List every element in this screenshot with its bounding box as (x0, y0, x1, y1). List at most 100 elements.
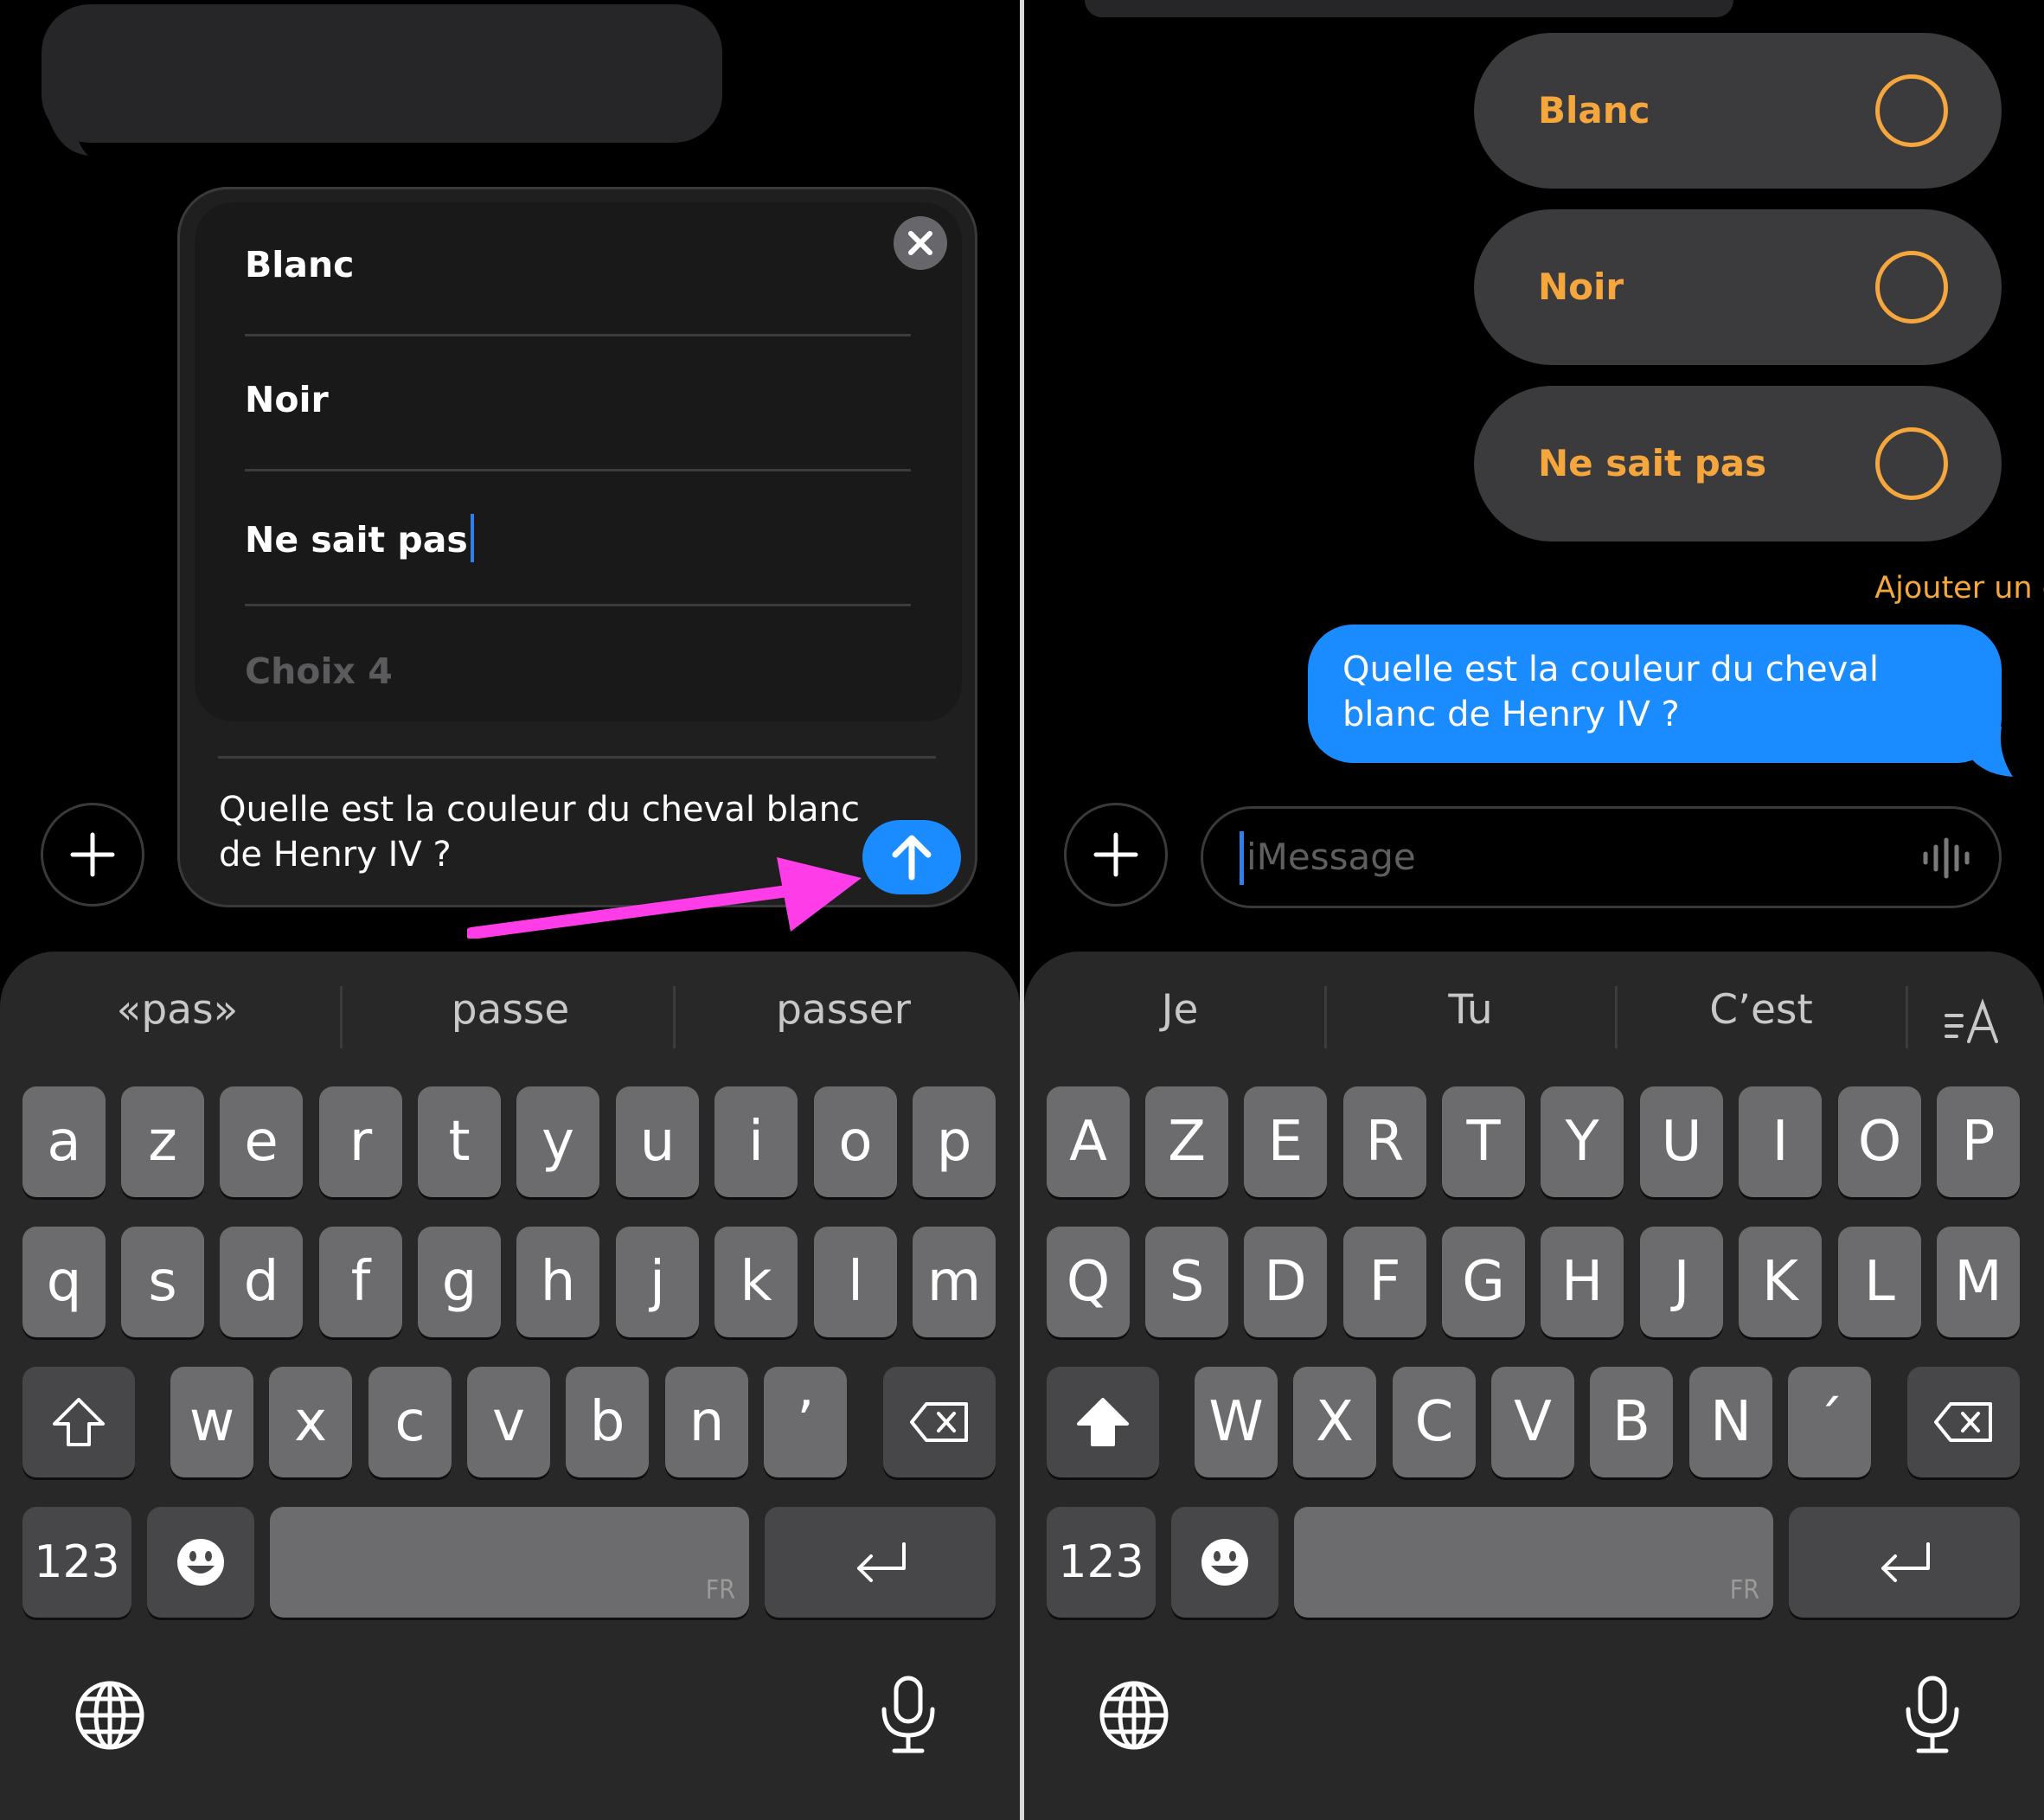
key[interactable]: b (566, 1367, 649, 1477)
key[interactable]: X (1293, 1367, 1376, 1477)
suggestion-separator (1906, 986, 1908, 1048)
key[interactable]: k (714, 1227, 798, 1337)
key[interactable]: i (714, 1086, 798, 1197)
key[interactable]: K (1739, 1227, 1822, 1337)
key[interactable]: n (665, 1367, 748, 1477)
key[interactable]: I (1739, 1086, 1822, 1197)
key[interactable]: w (170, 1367, 253, 1477)
add-choice-link[interactable]: Ajouter un choix (1725, 571, 2044, 606)
numbers-key[interactable]: 123 (22, 1507, 131, 1618)
suggestion-1[interactable]: «pas» (61, 986, 294, 1034)
message-input[interactable]: iMessage (1201, 806, 2002, 908)
globe-icon[interactable] (74, 1680, 145, 1751)
key[interactable]: y (516, 1086, 599, 1197)
suggestion-1[interactable]: Je (1076, 986, 1284, 1034)
suggestion-separator (340, 986, 343, 1048)
space-key[interactable]: FR (270, 1507, 749, 1618)
key[interactable]: T (1442, 1086, 1525, 1197)
microphone-icon[interactable] (879, 1675, 938, 1754)
arrow-up-icon (892, 835, 932, 881)
send-button[interactable] (862, 820, 961, 894)
key[interactable]: t (418, 1086, 501, 1197)
key[interactable]: L (1838, 1227, 1921, 1337)
sent-message-bubble: Quelle est la couleur du cheval blanc de… (1308, 625, 2002, 763)
key[interactable]: j (616, 1227, 699, 1337)
key[interactable]: x (269, 1367, 352, 1477)
globe-icon[interactable] (1099, 1680, 1169, 1751)
poll-choice-3-text: Ne sait pas (245, 519, 468, 561)
close-poll-button[interactable] (894, 216, 947, 270)
key[interactable]: V (1491, 1367, 1574, 1477)
key[interactable]: M (1937, 1227, 2020, 1337)
key[interactable]: o (814, 1086, 897, 1197)
attachments-button[interactable] (41, 803, 144, 907)
key[interactable]: Z (1145, 1086, 1228, 1197)
key[interactable]: e (220, 1086, 303, 1197)
poll-choice-2[interactable]: Noir (245, 379, 329, 420)
key[interactable]: v (467, 1367, 550, 1477)
poll-option-2[interactable]: Noir (1474, 209, 2002, 365)
shift-key[interactable] (22, 1367, 135, 1477)
key[interactable]: c (368, 1367, 452, 1477)
key[interactable]: O (1838, 1086, 1921, 1197)
key-accent[interactable]: ´ (1788, 1367, 1871, 1477)
key[interactable]: h (516, 1227, 599, 1337)
key[interactable]: a (22, 1086, 106, 1197)
key[interactable]: f (319, 1227, 402, 1337)
key[interactable]: C (1393, 1367, 1476, 1477)
key[interactable]: F (1343, 1227, 1426, 1337)
key[interactable]: Y (1541, 1086, 1624, 1197)
key[interactable]: A (1047, 1086, 1130, 1197)
key[interactable]: d (220, 1227, 303, 1337)
key[interactable]: E (1244, 1086, 1327, 1197)
key[interactable]: H (1541, 1227, 1624, 1337)
return-key[interactable] (765, 1507, 996, 1618)
key[interactable]: p (913, 1086, 996, 1197)
key[interactable]: W (1195, 1367, 1278, 1477)
poll-choice-1[interactable]: Blanc (245, 244, 354, 285)
return-icon (1881, 1542, 1930, 1582)
waveform-icon[interactable] (1921, 836, 1973, 880)
poll-choice-4-placeholder[interactable]: Choix 4 (245, 650, 393, 692)
key[interactable]: z (121, 1086, 204, 1197)
emoji-key[interactable] (1171, 1507, 1278, 1618)
text-format-icon[interactable] (1943, 997, 2003, 1048)
key[interactable]: q (22, 1227, 106, 1337)
key[interactable]: J (1640, 1227, 1723, 1337)
key[interactable]: G (1442, 1227, 1525, 1337)
poll-option-1[interactable]: Blanc (1474, 33, 2002, 189)
key[interactable]: Q (1047, 1227, 1130, 1337)
bubble-tail (45, 104, 88, 156)
key[interactable]: D (1244, 1227, 1327, 1337)
emoji-key[interactable] (147, 1507, 254, 1618)
suggestion-2[interactable]: passe (394, 986, 627, 1034)
key[interactable]: N (1689, 1367, 1772, 1477)
poll-option-3[interactable]: Ne sait pas (1474, 386, 2002, 542)
numbers-key[interactable]: 123 (1047, 1507, 1156, 1618)
key[interactable]: B (1590, 1367, 1673, 1477)
suggestion-2[interactable]: Tu (1367, 986, 1574, 1034)
key-apostrophe[interactable]: ’ (764, 1367, 847, 1477)
key[interactable]: u (616, 1086, 699, 1197)
return-key[interactable] (1789, 1507, 2020, 1618)
space-key[interactable]: FR (1294, 1507, 1773, 1618)
key[interactable]: m (913, 1227, 996, 1337)
right-screen: Blanc Noir Ne sait pas Ajouter un choix … (1024, 0, 2044, 1820)
key[interactable]: S (1145, 1227, 1228, 1337)
key[interactable]: g (418, 1227, 501, 1337)
suggestion-3[interactable]: C’est (1657, 986, 1865, 1034)
key[interactable]: P (1937, 1086, 2020, 1197)
attachments-button[interactable] (1064, 803, 1168, 907)
key[interactable]: s (121, 1227, 204, 1337)
key[interactable]: U (1640, 1086, 1723, 1197)
key[interactable]: R (1343, 1086, 1426, 1197)
delete-key[interactable] (1907, 1367, 2020, 1477)
key[interactable]: l (814, 1227, 897, 1337)
key[interactable]: r (319, 1086, 402, 1197)
suggestion-3[interactable]: passer (727, 986, 960, 1034)
microphone-icon[interactable] (1903, 1675, 1962, 1754)
shift-key[interactable] (1047, 1367, 1159, 1477)
delete-key[interactable] (883, 1367, 996, 1477)
poll-choice-3[interactable]: Ne sait pas (245, 514, 474, 562)
left-screen: Blanc Noir Ne sait pas Choix 4 Quelle es… (0, 0, 1020, 1820)
